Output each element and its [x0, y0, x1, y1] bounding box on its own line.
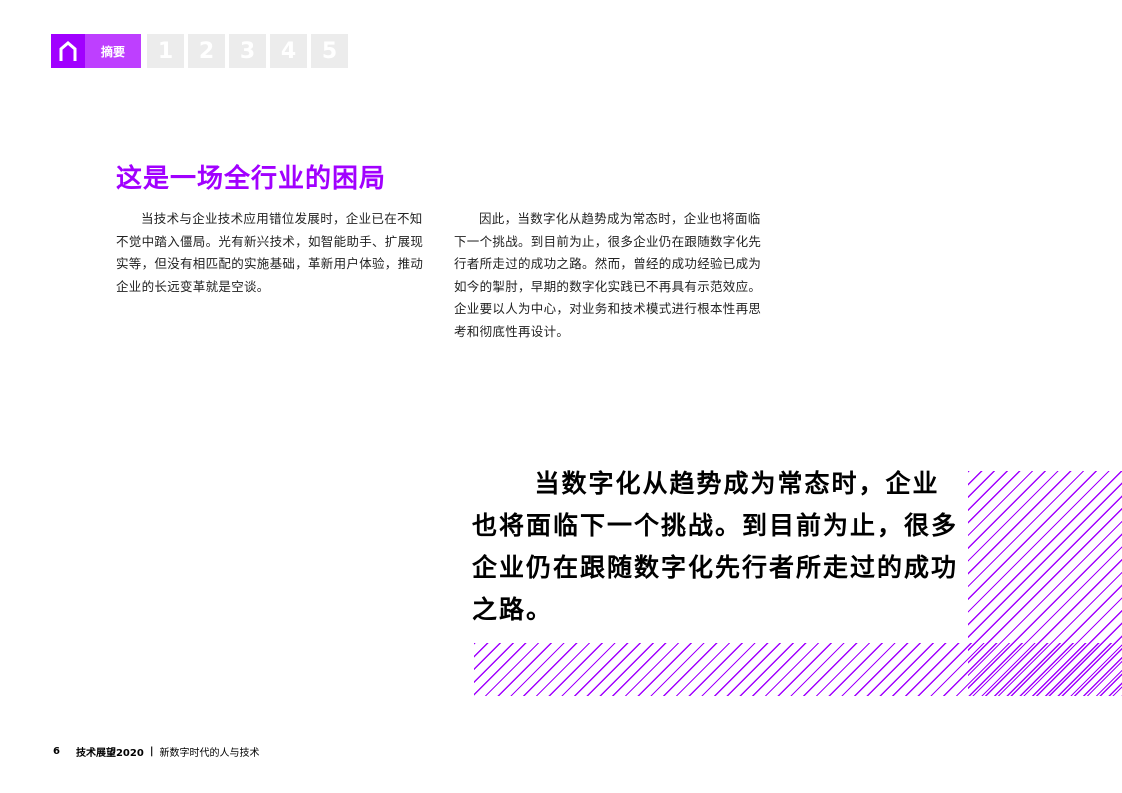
page-tab-5[interactable]: 5 — [311, 34, 348, 68]
footer-title: 技术展望2020 — [75, 748, 144, 759]
home-icon — [59, 41, 77, 61]
footer-subtitle: 新数字时代的人与技术 — [159, 748, 260, 759]
page-footer: 6 技术展望2020 | 新数字时代的人与技术 — [53, 744, 259, 759]
body-paragraph-2: 因此，当数字化从趋势成为常态时，企业也将面临下一个挑战。到目前为止，很多企业仍在… — [454, 211, 762, 339]
section-title: 这是一场全行业的困局 — [116, 164, 387, 194]
page-tab-4[interactable]: 4 — [270, 34, 307, 68]
top-navigation: 摘要 1 2 3 4 5 — [51, 34, 348, 68]
footer-separator: | — [149, 746, 154, 757]
body-paragraph-1: 当技术与企业技术应用错位发展时，企业已在不知不觉中踏入僵局。光有新兴技术，如智能… — [116, 211, 424, 294]
pull-quote: 当数字化从趋势成为常态时，企业也将面临下一个挑战。到目前为止，很多企业仍在跟随数… — [472, 469, 959, 624]
page-tab-1[interactable]: 1 — [147, 34, 184, 68]
hatch-pattern-bottom — [474, 643, 1122, 696]
page-number: 6 — [53, 746, 60, 757]
page-tab-3[interactable]: 3 — [229, 34, 266, 68]
home-button[interactable] — [51, 34, 85, 68]
summary-tab[interactable]: 摘要 — [85, 34, 141, 68]
page-tab-2[interactable]: 2 — [188, 34, 225, 68]
